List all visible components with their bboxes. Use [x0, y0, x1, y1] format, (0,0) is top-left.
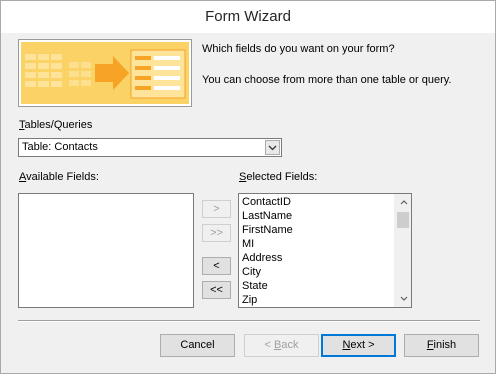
- next-button-text: ext >: [350, 339, 375, 351]
- list-item[interactable]: City: [242, 265, 293, 279]
- scroll-down-arrow-icon[interactable]: [395, 290, 411, 307]
- list-item[interactable]: Zip: [242, 293, 293, 307]
- selected-fields-label: Selected Fields:: [239, 171, 317, 183]
- footer-divider: [18, 320, 480, 322]
- selected-fields-list[interactable]: ContactID LastName FirstName MI Address …: [238, 193, 412, 308]
- tables-queries-selected-value: Table: Contacts: [22, 141, 98, 153]
- list-item[interactable]: ContactID: [242, 195, 293, 209]
- available-fields-label-text: vailable Fields:: [26, 171, 99, 183]
- list-item[interactable]: Address: [242, 251, 293, 265]
- form-wizard-illustration-icon: [18, 39, 192, 107]
- wizard-graphic: [21, 42, 189, 104]
- add-all-fields-button[interactable]: >>: [202, 224, 231, 242]
- tables-queries-label-text: ables/Queries: [24, 119, 93, 131]
- scroll-up-arrow-icon[interactable]: [395, 194, 411, 211]
- finish-button-accesskey: F: [426, 339, 434, 351]
- chevron-down-icon[interactable]: [265, 140, 280, 155]
- available-fields-list[interactable]: [18, 193, 194, 308]
- tables-queries-label: Tables/Queries: [19, 119, 92, 131]
- window-title: Form Wizard: [1, 1, 495, 33]
- remove-all-fields-button[interactable]: <<: [202, 281, 231, 299]
- tables-queries-dropdown[interactable]: Table: Contacts: [18, 138, 282, 157]
- back-button-text: ack: [281, 339, 299, 351]
- finish-button-text: inish: [433, 339, 457, 351]
- form-wizard-dialog: Form Wizard Which fields do you want on …: [0, 0, 496, 374]
- list-item[interactable]: FirstName: [242, 223, 293, 237]
- finish-button[interactable]: Finish: [404, 334, 479, 357]
- add-field-button[interactable]: >: [202, 200, 231, 218]
- list-item[interactable]: LastName: [242, 209, 293, 223]
- prompt-question: Which fields do you want on your form?: [202, 43, 395, 55]
- cancel-button[interactable]: Cancel: [160, 334, 235, 357]
- selected-fields-label-text: elected Fields:: [246, 171, 318, 183]
- list-item[interactable]: State: [242, 279, 293, 293]
- list-item[interactable]: MI: [242, 237, 293, 251]
- back-button[interactable]: < Back: [244, 334, 319, 357]
- prompt-hint: You can choose from more than one table …: [202, 74, 452, 86]
- available-fields-label: Available Fields:: [19, 171, 99, 183]
- remove-field-button[interactable]: <: [202, 257, 231, 275]
- next-button[interactable]: Next >: [321, 334, 396, 357]
- selected-fields-scrollbar[interactable]: [394, 194, 411, 307]
- back-button-prefix: <: [264, 339, 274, 351]
- scrollbar-thumb[interactable]: [397, 212, 409, 228]
